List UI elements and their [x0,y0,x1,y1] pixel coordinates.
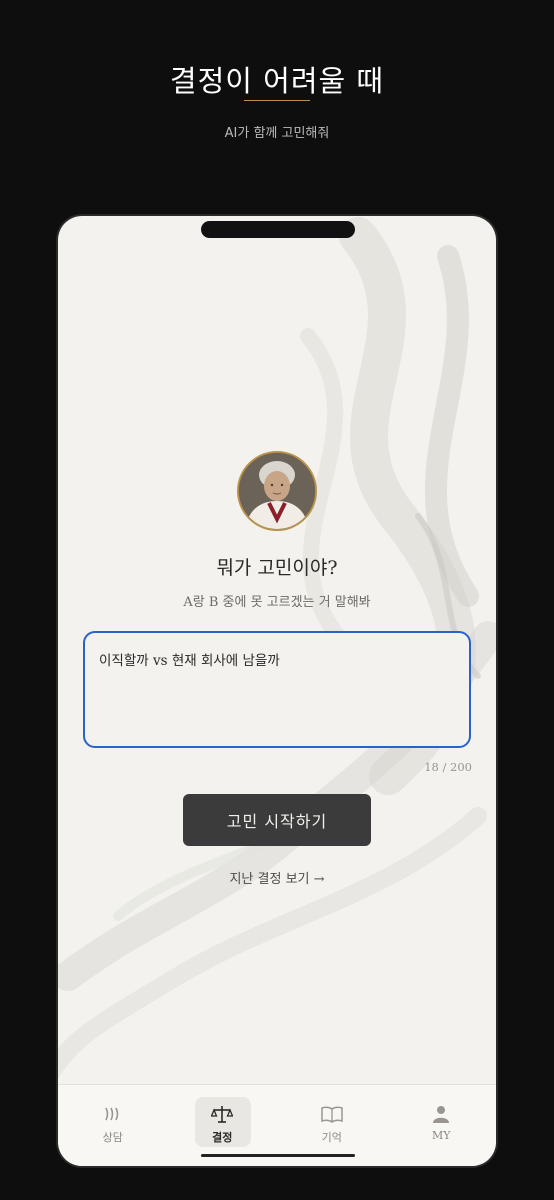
promo-divider [244,100,310,101]
person-icon [433,1106,450,1123]
book-icon [321,1106,343,1123]
grandmother-avatar [237,451,317,531]
scale-icon [211,1106,234,1123]
question-instruction: A랑 B 중에 못 고르겠는 거 말해봐 [183,595,371,610]
waves-icon [105,1107,119,1121]
phone-frame: 뭐가 고민이야? A랑 B 중에 못 고르겠는 거 말해봐 이직할까 vs 현재… [56,214,498,1168]
tab-counsel[interactable]: 상담 [58,1085,168,1166]
home-indicator [201,1154,355,1157]
promo-title: 결정이 어려울 때 [169,64,385,98]
tab-label: 기억 [321,1131,342,1144]
tab-label: 결정 [212,1131,233,1144]
grandmother-portrait-icon [239,453,315,529]
character-counter: 18 / 200 [424,760,472,774]
app-screen: 뭐가 고민이야? A랑 B 중에 못 고르겠는 거 말해봐 이직할까 vs 현재… [58,216,496,1166]
bottom-tab-bar: 상담 결정 기억 MY [58,1084,496,1166]
question-heading: 뭐가 고민이야? [216,557,338,579]
tab-label: 상담 [102,1131,123,1144]
tab-label: MY [431,1129,451,1142]
dilemma-input[interactable]: 이직할까 vs 현재 회사에 남을까 [83,631,471,748]
past-decisions-link[interactable]: 지난 결정 보기 → [58,868,496,887]
phone-notch [201,221,355,238]
start-deliberation-button[interactable]: 고민 시작하기 [183,794,371,846]
tab-my[interactable]: MY [387,1085,497,1166]
promo-subtitle: AI가 함께 고민해줘 [224,126,330,141]
